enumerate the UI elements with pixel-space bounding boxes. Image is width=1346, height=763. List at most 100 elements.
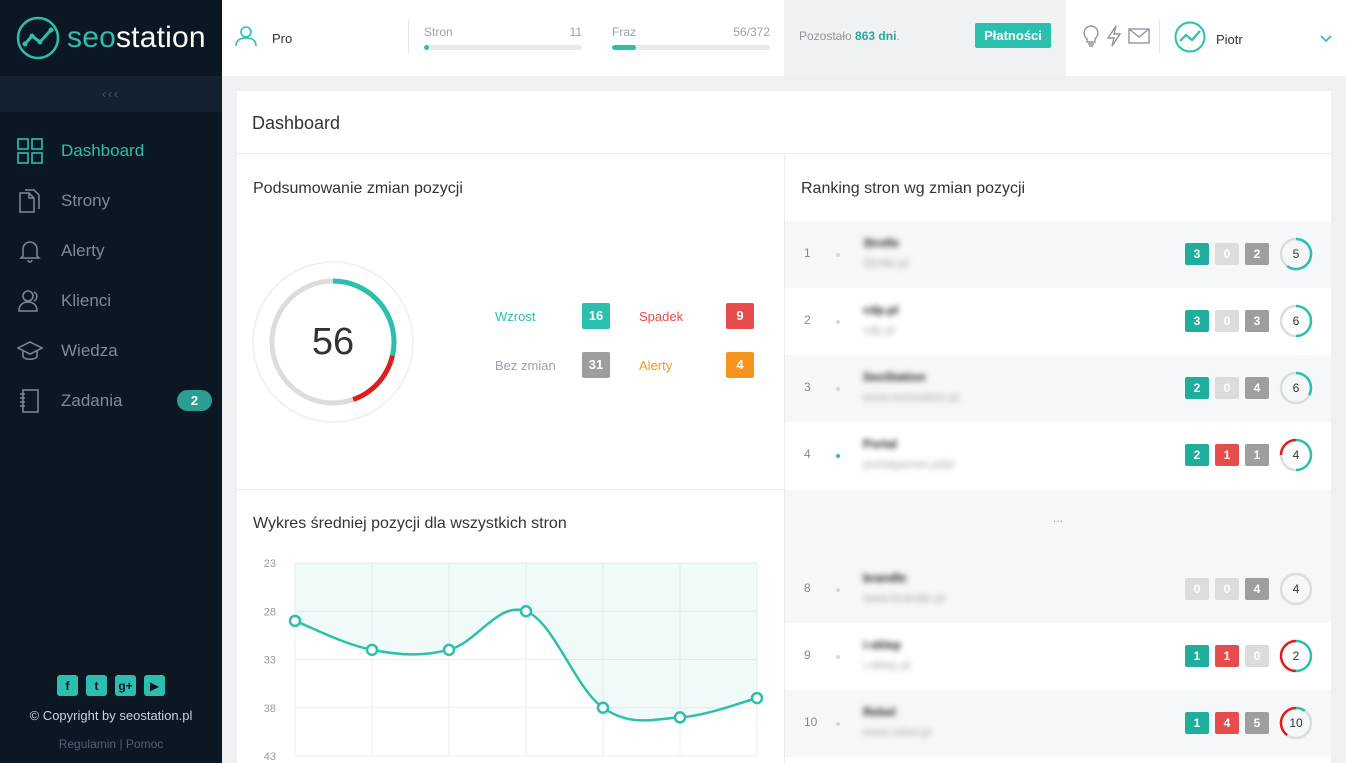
up-count: 3 (1185, 243, 1209, 265)
divider (237, 489, 784, 490)
site-name[interactable]: Portal (863, 437, 897, 451)
brand-name-part1: seo (67, 21, 116, 54)
site-url: i-sklep.pl (863, 658, 911, 672)
site-name[interactable]: brandle (863, 571, 906, 585)
sidebar: seostation ‹‹‹ Dashboard Strony Alerty K (0, 0, 222, 763)
same-count: 0 (1245, 645, 1269, 667)
brand-name-part2: station (115, 21, 206, 54)
sidebar-nav: Dashboard Strony Alerty Klienci Wiedza Z… (0, 126, 222, 426)
ranking-row[interactable]: 4 Portal portalgames.pl/pl 2 1 1 4 (785, 422, 1331, 489)
total-changes: 56 (311, 321, 355, 363)
ranking-row[interactable]: 3 SeoStation www.seostation.pl 2 0 4 6 (785, 355, 1331, 422)
y-tick-label: 43 (264, 751, 276, 763)
chart-title: Wykres średniej pozycji dla wszystkich s… (253, 515, 567, 532)
stat-label: Spadek (639, 308, 684, 324)
stat-value: 9 (726, 303, 754, 329)
ranking-title: Ranking stron wg zmian pozycji (801, 180, 1026, 197)
facebook-icon[interactable]: f (57, 675, 78, 696)
avatar (1174, 21, 1206, 58)
sidebar-item-dashboard[interactable]: Dashboard (0, 126, 222, 176)
sidebar-item-strony[interactable]: Strony (0, 176, 222, 226)
lightning-icon[interactable] (1106, 25, 1122, 47)
footer-separator: | (119, 737, 123, 751)
lightbulb-icon[interactable] (1082, 25, 1100, 47)
chart-point[interactable] (519, 605, 533, 618)
bell-icon (17, 238, 43, 264)
youtube-icon[interactable]: ▶ (144, 675, 165, 696)
terms-link[interactable]: Regulamin (59, 737, 116, 751)
sidebar-item-klienci[interactable]: Klienci (0, 276, 222, 326)
ranking-row[interactable]: 9 i-sklep i-sklep.pl 1 1 0 2 (785, 623, 1331, 690)
plan-info[interactable]: Pro (234, 24, 292, 53)
y-tick-label: 38 (264, 703, 276, 715)
sidebar-item-label: Wiedza (61, 341, 118, 360)
ranking-row[interactable]: 8 brandle www.brandle.pl 0 0 4 4 (785, 556, 1331, 623)
grid-icon (17, 138, 43, 164)
phrases-quota-label: Fraz (612, 25, 636, 39)
ranking-position: 9 (804, 648, 811, 662)
payments-button[interactable]: Płatności (975, 23, 1051, 48)
down-count: 4 (1215, 712, 1239, 734)
sidebar-item-label: Strony (61, 191, 111, 210)
stat-up[interactable]: Wzrost 16 (495, 303, 610, 329)
site-name[interactable]: SeoStation (863, 370, 926, 384)
ranking-ellipsis: ... (785, 490, 1331, 556)
change-counts: 004 (1185, 578, 1269, 600)
remaining-prefix: Pozostało (799, 29, 852, 43)
average-position-chart: 23 28 33 38 43 (264, 558, 764, 763)
sidebar-item-zadania[interactable]: Zadania 2 (0, 376, 222, 426)
social-links: f t g+ ▶ (0, 675, 222, 696)
up-count: 1 (1185, 645, 1209, 667)
sidebar-item-label: Dashboard (61, 141, 145, 160)
sidebar-item-label: Alerty (61, 241, 105, 260)
site-name[interactable]: cdp.pl (863, 303, 898, 317)
pages-quota-fill (424, 45, 429, 50)
topbar: Pro Stron 11 Fraz 56/372 Pozostało 863 dni… (222, 0, 1346, 76)
up-count: 1 (1185, 712, 1209, 734)
sidebar-item-label: Klienci (61, 291, 112, 310)
sidebar-item-wiedza[interactable]: Wiedza (0, 326, 222, 376)
chart-point[interactable] (365, 643, 379, 657)
brand-name: seostation (67, 21, 206, 55)
chevron-down-icon[interactable] (1320, 30, 1332, 48)
same-count: 4 (1245, 377, 1269, 399)
sidebar-item-label: Zadania (61, 391, 123, 410)
stat-label: Wzrost (495, 308, 536, 324)
pages-quota-bar (424, 45, 582, 50)
twitter-icon[interactable]: t (86, 675, 107, 696)
logo[interactable]: seostation (0, 0, 222, 76)
help-link[interactable]: Pomoc (126, 737, 163, 751)
user-menu[interactable]: Piotr (1174, 21, 1243, 58)
stat-unchanged[interactable]: Bez zmian 31 (495, 352, 610, 378)
sidebar-item-alerty[interactable]: Alerty (0, 226, 222, 276)
google-plus-icon[interactable]: g+ (115, 675, 136, 696)
chart-point[interactable] (596, 701, 610, 714)
site-name[interactable]: 3trolle (863, 236, 899, 250)
status-dot (836, 454, 840, 458)
site-url: portalgames.pl/pl (863, 457, 955, 471)
same-count: 5 (1245, 712, 1269, 734)
site-name[interactable]: i-sklep (863, 638, 901, 652)
down-count: 1 (1215, 444, 1239, 466)
mail-icon[interactable] (1128, 27, 1150, 45)
y-tick-label: 33 (264, 655, 276, 667)
site-name[interactable]: Rebel (863, 705, 896, 719)
stat-down[interactable]: Spadek 9 (639, 303, 754, 329)
chart-point[interactable] (750, 691, 764, 705)
down-count: 1 (1215, 645, 1239, 667)
stat-value: 4 (726, 352, 754, 378)
sidebar-collapse-button[interactable]: ‹‹‹ (0, 76, 222, 112)
chart-point[interactable] (288, 614, 302, 628)
pages-quota: Stron 11 (424, 25, 582, 50)
pages-icon (17, 188, 43, 214)
divider (408, 20, 409, 54)
chart-point[interactable] (442, 643, 456, 657)
summary-title: Podsumowanie zmian pozycji (253, 180, 463, 197)
chart-point[interactable] (673, 711, 687, 724)
ranking-row[interactable]: 2 cdp.pl cdp.pl 3 0 3 6 (785, 288, 1331, 355)
phrases-quota-bar (612, 45, 770, 50)
stat-alerts[interactable]: Alerty 4 (639, 352, 754, 378)
tasks-count-badge: 2 (177, 390, 212, 411)
ranking-row[interactable]: 10 Rebel www.rebel.pl 1 4 5 10 (785, 690, 1331, 757)
ranking-row[interactable]: 1 3trolle 3trolle.pl 3 0 2 5 (785, 221, 1331, 288)
